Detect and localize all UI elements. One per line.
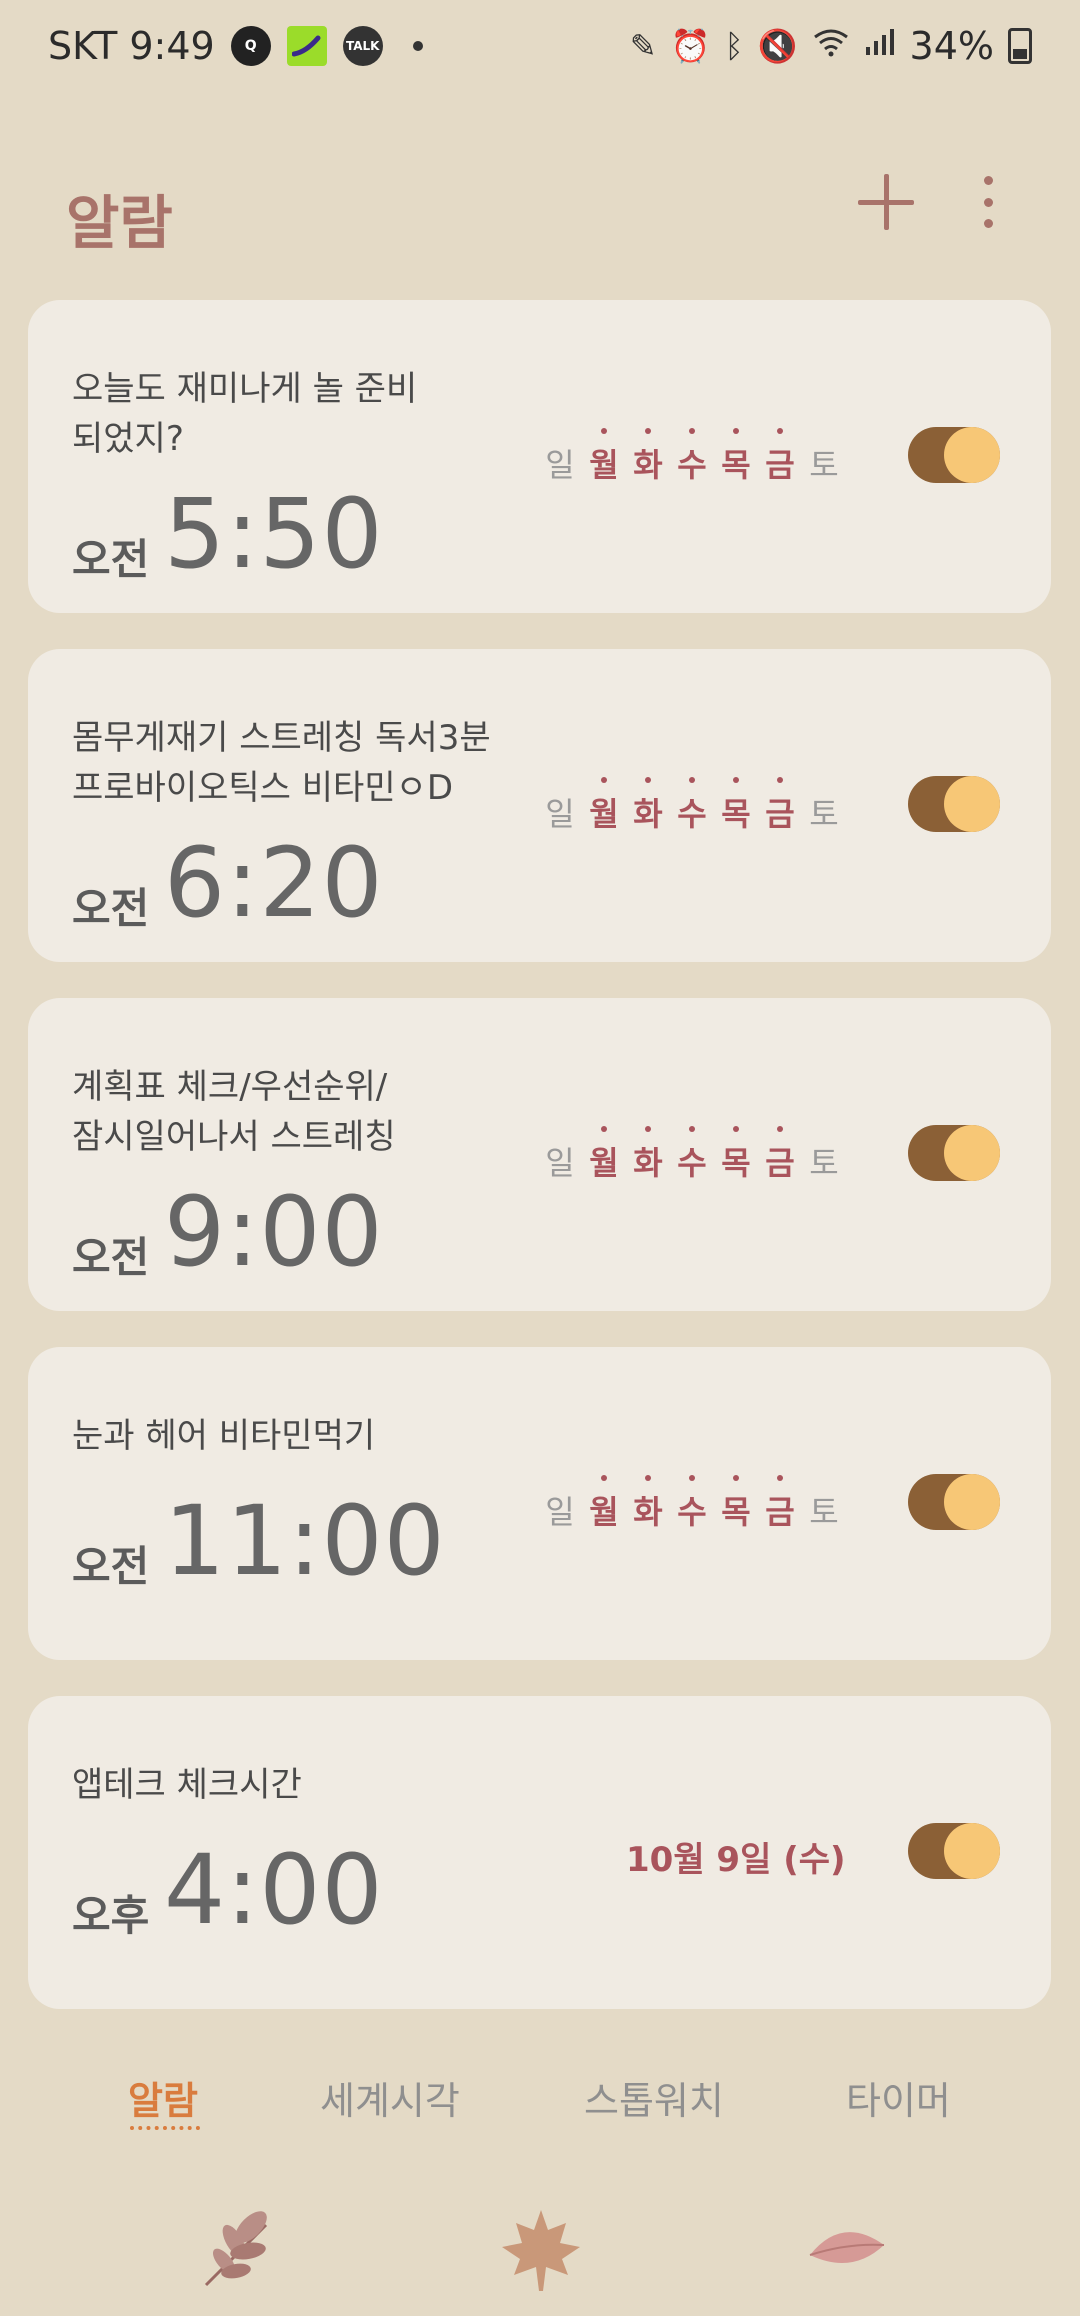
alarm-label: 오늘도 재미나게 놀 준비 되었지? [72, 369, 418, 459]
alarm-toggle[interactable] [908, 1823, 1000, 1879]
day-tue: 화 [632, 1126, 664, 1184]
toggle-knob [944, 776, 1000, 832]
day-mon: 월 [588, 1126, 620, 1184]
alarm-toggle[interactable] [908, 1125, 1000, 1181]
alarm-ampm: 오전 [72, 884, 150, 933]
toggle-knob [944, 1823, 1000, 1879]
alarm-time: 9:00 [164, 1176, 384, 1288]
alarm-date: 10월 9일 (수) [626, 1840, 846, 1880]
alarm-time: 4:00 [164, 1834, 384, 1946]
status-left: SKT 9:49 Q TALK [48, 24, 423, 68]
toggle-knob [944, 1474, 1000, 1530]
alarm-time: 6:20 [164, 827, 384, 939]
alarm-label: 눈과 헤어 비타민먹기 [72, 1416, 376, 1456]
alarm-time: 11:00 [164, 1485, 446, 1597]
talk-icon: TALK [342, 26, 383, 66]
day-sun: 일 [545, 1144, 575, 1182]
alarm-ampm: 오전 [72, 535, 150, 584]
pink-leaf-icon [809, 2232, 885, 2263]
alarm-days: 일 월 화 수 목 금 토 [544, 1126, 840, 1184]
bluetooth-icon: ᛒ [724, 27, 744, 65]
alarm-card[interactable]: 오늘도 재미나게 놀 준비 되었지? 오전 5:50 일 월 화 수 목 금 토 [28, 300, 1051, 613]
alarm-card[interactable]: 눈과 헤어 비타민먹기 오전 11:00 일 월 화 수 목 금 토 [28, 1347, 1051, 1660]
battery-icon [1008, 28, 1032, 64]
notification-dot-icon [412, 41, 423, 51]
status-right: ✎ ⏰ ᛒ 🔇 34% [630, 24, 1032, 68]
day-thu: 목 [720, 1475, 752, 1533]
alarm-icon: ⏰ [670, 27, 711, 65]
active-tab-indicator [130, 2126, 200, 2130]
alarm-card[interactable]: 몸무게재기 스트레칭 독서3분 프로바이오틱스 비타민ㅇD 오전 6:20 일 … [28, 649, 1051, 962]
day-sat: 토 [809, 1493, 839, 1531]
day-sat: 토 [809, 446, 839, 484]
day-thu: 목 [720, 1126, 752, 1184]
day-sun: 일 [545, 1493, 575, 1531]
alarm-days: 일 월 화 수 목 금 토 [544, 1475, 840, 1533]
day-thu: 목 [720, 777, 752, 835]
day-fri: 금 [764, 1475, 796, 1533]
alarm-ampm: 오전 [72, 1542, 150, 1591]
header: 알람 [0, 170, 1080, 270]
day-wed: 수 [676, 428, 708, 486]
day-mon: 월 [588, 428, 620, 486]
maple-leaf-icon [502, 2210, 580, 2291]
alarm-toggle[interactable] [908, 427, 1000, 483]
signal-icon [864, 27, 896, 65]
pencil-icon: ✎ [629, 27, 657, 65]
q-icon: Q [230, 26, 271, 66]
alarm-label: 앱테크 체크시간 [72, 1765, 302, 1805]
status-bar: SKT 9:49 Q TALK ✎ ⏰ ᛒ 🔇 34% [0, 0, 1080, 96]
alarm-days: 일 월 화 수 목 금 토 [544, 428, 840, 486]
alarm-time: 5:50 [164, 478, 384, 590]
day-sun: 일 [545, 446, 575, 484]
tab-alarm[interactable]: 알람 [128, 2070, 198, 2125]
galaxy-icon [286, 26, 327, 66]
alarm-toggle[interactable] [908, 1474, 1000, 1530]
toggle-knob [944, 1125, 1000, 1181]
day-sat: 토 [809, 795, 839, 833]
day-fri: 금 [764, 777, 796, 835]
leaf-icon [204, 2211, 268, 2287]
alarm-card[interactable]: 계획표 체크/우선순위/ 잠시일어나서 스트레칭 오전 9:00 일 월 화 수… [28, 998, 1051, 1311]
day-wed: 수 [676, 777, 708, 835]
alarm-ampm: 오전 [72, 1233, 150, 1282]
alarm-label: 몸무게재기 스트레칭 독서3분 프로바이오틱스 비타민ㅇD [72, 718, 491, 808]
day-fri: 금 [764, 1126, 796, 1184]
tab-stopwatch[interactable]: 스톱워치 [584, 2070, 724, 2125]
tab-timer[interactable]: 타이머 [846, 2070, 951, 2125]
day-mon: 월 [588, 1475, 620, 1533]
battery-percent: 34% [909, 24, 994, 68]
day-tue: 화 [632, 428, 664, 486]
day-sat: 토 [809, 1144, 839, 1182]
wifi-icon [812, 27, 850, 65]
tab-world-clock[interactable]: 세계시각 [320, 2070, 460, 2125]
day-wed: 수 [676, 1475, 708, 1533]
alarm-days: 일 월 화 수 목 금 토 [544, 777, 840, 835]
more-options-button[interactable] [976, 172, 1000, 232]
day-tue: 화 [632, 777, 664, 835]
day-sun: 일 [545, 795, 575, 833]
page-title: 알람 [66, 189, 173, 257]
alarm-ampm: 오후 [72, 1891, 150, 1940]
mute-icon: 🔇 [757, 27, 798, 65]
day-fri: 금 [764, 428, 796, 486]
bottom-tabs: 알람 세계시각 스톱워치 타이머 [0, 2050, 1080, 2170]
day-thu: 목 [720, 428, 752, 486]
carrier-time: SKT 9:49 [48, 24, 215, 68]
alarm-card[interactable]: 앱테크 체크시간 오후 4:00 10월 9일 (수) [28, 1696, 1051, 2009]
alarm-toggle[interactable] [908, 776, 1000, 832]
alarm-label: 계획표 체크/우선순위/ 잠시일어나서 스트레칭 [72, 1067, 396, 1157]
day-tue: 화 [632, 1475, 664, 1533]
add-alarm-button[interactable] [856, 172, 916, 232]
day-mon: 월 [588, 777, 620, 835]
toggle-knob [944, 427, 1000, 483]
day-wed: 수 [676, 1126, 708, 1184]
